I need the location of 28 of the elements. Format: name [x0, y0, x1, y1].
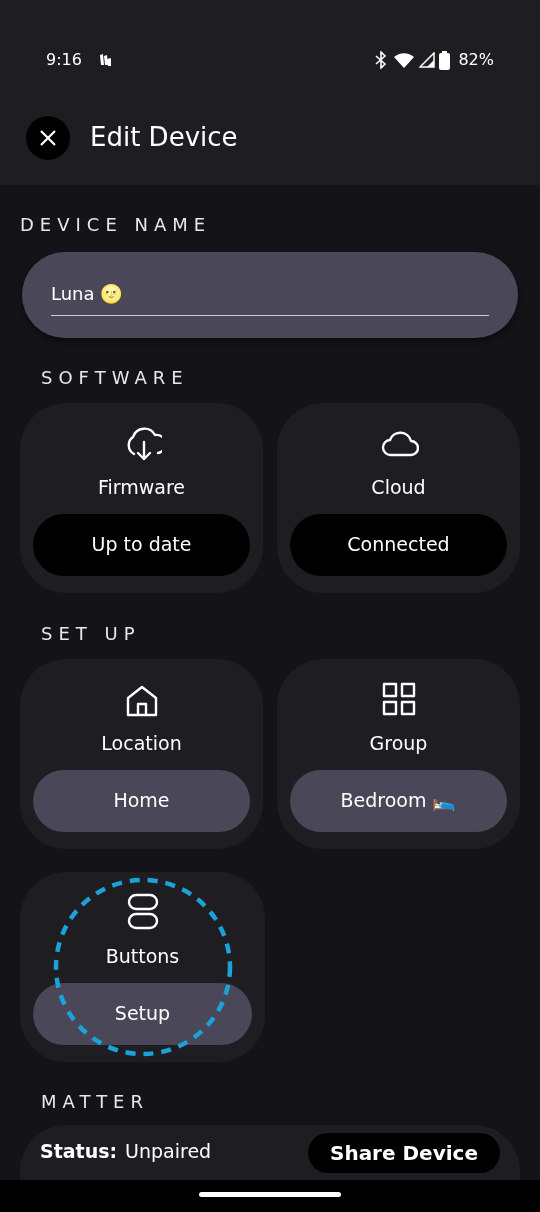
- status-time: 9:16: [46, 49, 82, 71]
- section-heading: MATTER: [40, 1090, 150, 1114]
- section-heading: SET UP: [40, 622, 142, 646]
- wifi-icon: [393, 51, 416, 69]
- close-icon: [38, 127, 58, 148]
- device-name-field[interactable]: Luna 🌝: [22, 252, 518, 338]
- action-button[interactable]: Home: [33, 769, 250, 832]
- section-heading: DEVICE NAME: [19, 213, 213, 237]
- action-button[interactable]: Setup: [33, 982, 252, 1045]
- card-label: Firmware: [97, 475, 186, 500]
- app-notification-icon: [97, 53, 112, 67]
- close-button[interactable]: [26, 115, 70, 160]
- battery-icon: [439, 50, 451, 70]
- section-heading: SOFTWARE: [40, 366, 190, 390]
- status-label: Status:: [40, 1139, 118, 1164]
- card-label: Buttons: [105, 944, 180, 969]
- screen-title: Edit Device: [90, 121, 238, 154]
- share-device-button[interactable]: Share Device: [308, 1133, 500, 1173]
- signal-icon: [419, 52, 436, 68]
- status-value: Unpaired: [125, 1139, 212, 1164]
- battery-level: 82%: [458, 49, 494, 71]
- card-label: Cloud: [371, 475, 426, 500]
- card-label: Location: [101, 731, 182, 756]
- status-button[interactable]: Connected: [290, 513, 507, 576]
- status-button[interactable]: Up to date: [33, 513, 250, 576]
- device-name-input[interactable]: Luna 🌝: [51, 266, 489, 316]
- card-label: Group: [369, 731, 428, 756]
- action-button[interactable]: Bedroom 🛌: [290, 769, 507, 832]
